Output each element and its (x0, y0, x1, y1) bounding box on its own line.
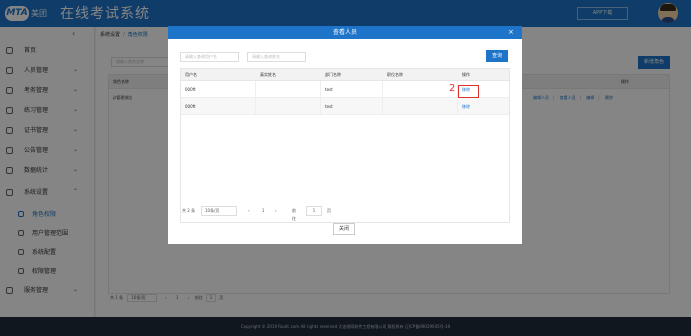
dialog-header: 查看人员 × (168, 26, 522, 39)
goto-label: 前往 (292, 208, 296, 221)
username-search-input[interactable]: 请输入查询用户名 (180, 52, 239, 62)
column-header: 真实姓名 (260, 72, 276, 77)
table-cell: 000ft (185, 87, 196, 92)
table-header: 用户名 真实姓名 部门名称 职位名称 操作 (181, 69, 509, 81)
table-cell: test (325, 87, 333, 92)
dialog-pagination: 共 2 条 10条/页 ‹ 1 › 前往 1 页 (182, 206, 331, 221)
column-header: 用户名 (185, 72, 197, 77)
column-header: 部门名称 (325, 72, 341, 77)
table-cell: 000ft (185, 104, 196, 109)
table-cell: test (325, 104, 333, 109)
page-number[interactable]: 1 (262, 207, 265, 215)
dialog-title: 查看人员 (332, 29, 357, 36)
close-button[interactable]: 关闭 (333, 223, 355, 235)
table-row: 000ft test 移除 (181, 98, 509, 115)
prev-page-icon[interactable]: ‹ (248, 207, 250, 215)
column-header: 职位名称 (387, 72, 403, 77)
remove-link[interactable]: 移除 (462, 104, 470, 110)
total-count: 共 2 条 (182, 208, 196, 213)
column-header: 操作 (462, 72, 470, 77)
name-search-input[interactable]: 请输入查询姓名 (247, 52, 306, 62)
goto-page-input[interactable]: 1 (306, 206, 322, 216)
step-marker-2: 2 (449, 83, 456, 94)
next-page-icon[interactable]: › (275, 207, 277, 215)
page-size-select[interactable]: 10条/页 (201, 206, 237, 216)
search-button[interactable]: 查询 (486, 50, 508, 62)
close-icon[interactable]: × (508, 26, 514, 39)
highlight-box-remove (458, 85, 479, 98)
goto-suffix: 页 (327, 208, 331, 213)
view-members-dialog: 查看人员 × 请输入查询用户名 请输入查询姓名 查询 用户名 真实姓名 部门名称… (168, 26, 522, 244)
